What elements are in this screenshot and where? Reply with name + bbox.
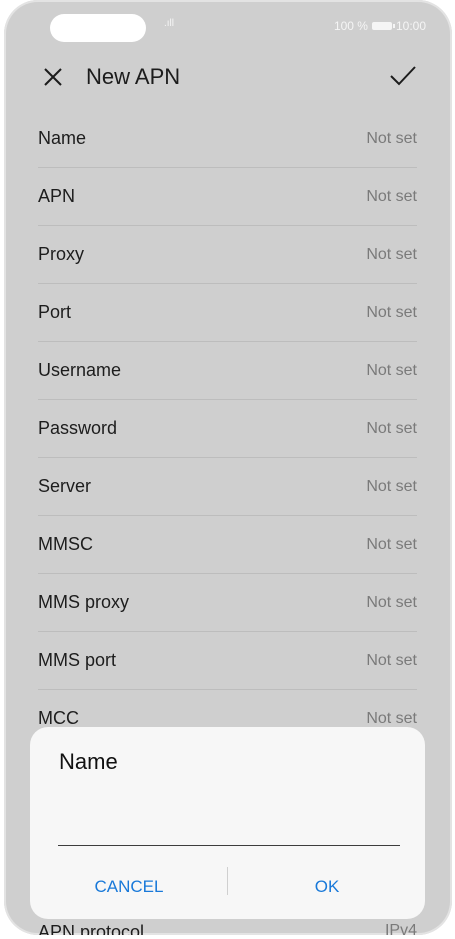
dialog-actions: CANCEL OK <box>30 855 425 919</box>
field-value: Not set <box>366 535 417 553</box>
field-row-server[interactable]: Server Not set <box>38 458 417 516</box>
camera-cutout <box>50 14 146 42</box>
field-value: Not set <box>366 709 417 727</box>
field-value: Not set <box>366 187 417 205</box>
field-label: Server <box>38 476 92 496</box>
field-row-mmsc[interactable]: MMSC Not set <box>38 516 417 574</box>
field-value: Not set <box>366 651 417 669</box>
status-right: 100 % 10:00 <box>334 19 426 33</box>
field-value: Not set <box>366 477 417 495</box>
field-label: MMS port <box>38 650 117 670</box>
field-value: Not set <box>366 419 417 437</box>
field-label: MCC <box>38 708 79 728</box>
field-value: Not set <box>366 361 417 379</box>
field-label: Port <box>38 302 72 322</box>
field-value: Not set <box>366 593 417 611</box>
field-row-mms-proxy[interactable]: MMS proxy Not set <box>38 574 417 632</box>
status-bar: .ıll 100 % 10:00 <box>4 0 452 52</box>
field-label: MMSC <box>38 534 93 554</box>
dialog-title: Name <box>59 749 118 774</box>
apn-settings-list: Name Not set APN Not set Proxy Not set P… <box>38 110 417 748</box>
field-label: Name <box>38 128 87 148</box>
field-label: MMS proxy <box>38 592 130 612</box>
battery-percent: 100 % <box>333 19 368 33</box>
signal-icon: .ıll <box>164 18 174 29</box>
check-icon[interactable] <box>388 62 418 90</box>
phone-screen: .ıll 100 % 10:00 New APN Name Not set AP… <box>4 0 452 935</box>
field-label: APN <box>38 186 76 206</box>
close-icon[interactable] <box>40 64 66 90</box>
clock: 10:00 <box>395 19 426 33</box>
field-label: Username <box>38 360 122 380</box>
field-row-apn-protocol[interactable]: APN protocol IPv4 <box>38 922 417 935</box>
field-row-proxy[interactable]: Proxy Not set <box>38 226 417 284</box>
field-value: Not set <box>366 303 417 321</box>
field-row-port[interactable]: Port Not set <box>38 284 417 342</box>
page-title: New APN <box>86 64 181 89</box>
field-value: Not set <box>366 129 417 147</box>
field-value: IPv4 <box>384 922 417 935</box>
field-row-username[interactable]: Username Not set <box>38 342 417 400</box>
ok-button[interactable]: OK <box>228 855 426 919</box>
field-label: APN protocol <box>38 922 145 935</box>
app-header: New APN <box>4 52 452 102</box>
field-value: Not set <box>366 245 417 263</box>
cancel-button[interactable]: CANCEL <box>30 855 228 919</box>
name-input-dialog: Name CANCEL OK <box>30 727 425 919</box>
field-row-password[interactable]: Password Not set <box>38 400 417 458</box>
name-input[interactable] <box>58 807 400 846</box>
battery-icon <box>371 22 395 30</box>
field-row-name[interactable]: Name Not set <box>38 110 417 168</box>
field-row-mms-port[interactable]: MMS port Not set <box>38 632 417 690</box>
field-label: Proxy <box>38 244 85 264</box>
field-row-apn[interactable]: APN Not set <box>38 168 417 226</box>
field-label: Password <box>38 418 118 438</box>
